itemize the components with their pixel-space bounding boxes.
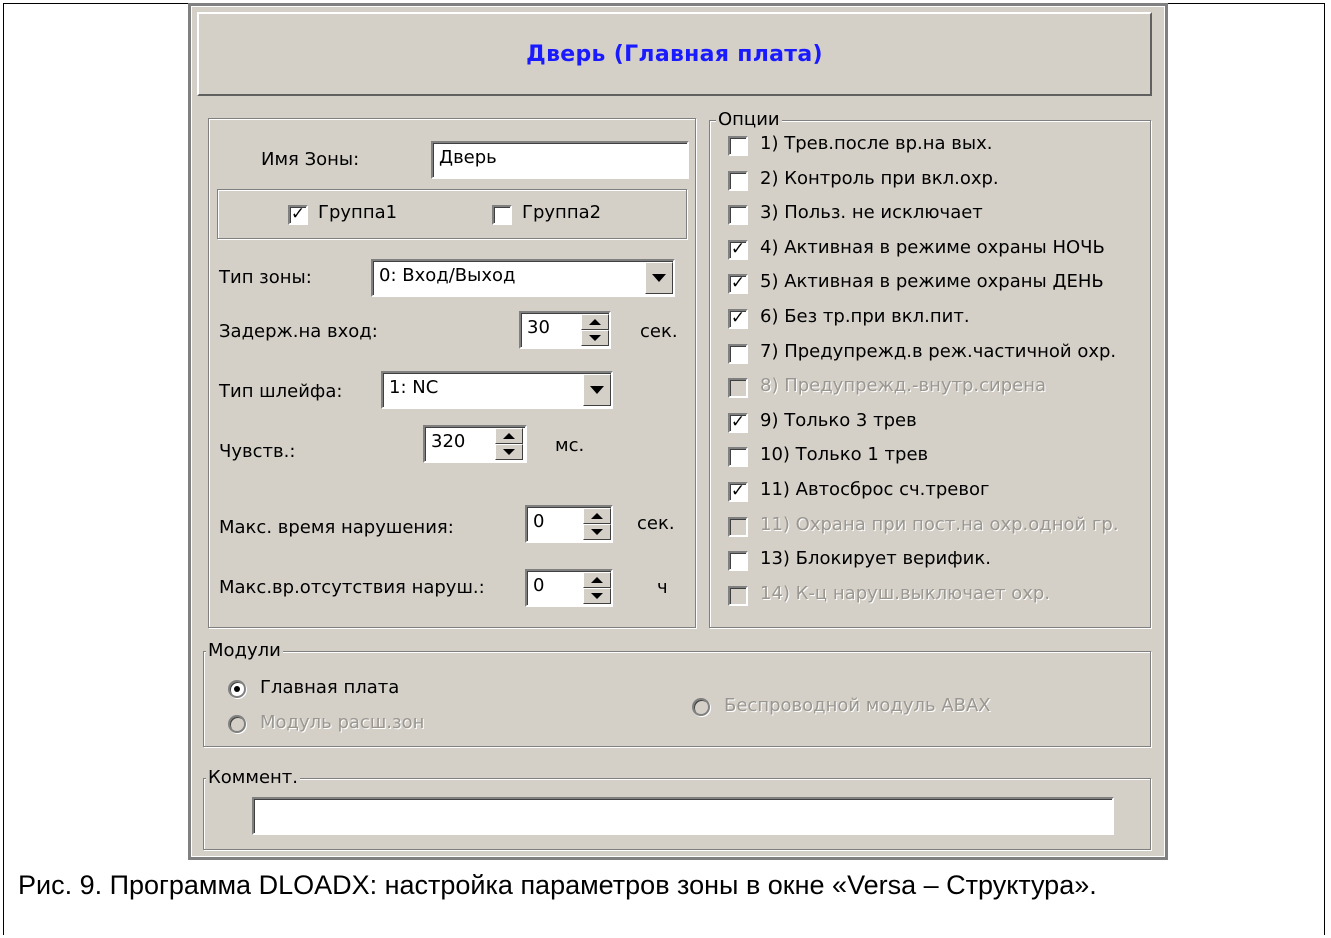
sensitivity-spin-down[interactable] bbox=[495, 444, 523, 460]
option-checkbox[interactable] bbox=[728, 136, 748, 156]
spin-up-icon bbox=[589, 319, 601, 325]
abax-label: Беспроводной модуль ABAX bbox=[724, 695, 991, 716]
zone-name-label: Имя Зоны: bbox=[261, 149, 360, 170]
expander-label: Модуль расш.зон bbox=[260, 712, 425, 733]
option-checkbox[interactable] bbox=[728, 447, 748, 468]
zone-type-select[interactable]: 0: Вход/Выход bbox=[371, 259, 675, 297]
sensitivity-spin-up[interactable] bbox=[495, 428, 523, 444]
spin-up-icon bbox=[503, 433, 515, 439]
entry-delay-spin-up[interactable] bbox=[581, 314, 609, 330]
option-checkbox[interactable]: ✓ bbox=[728, 273, 748, 295]
group2-checkbox[interactable] bbox=[492, 205, 512, 225]
options-group: Опции 1) Трев.после вр.на вых. 2) Контрол… bbox=[709, 109, 1151, 628]
max-violation-spin-down[interactable] bbox=[583, 524, 611, 540]
checkmark-icon: ✓ bbox=[730, 273, 746, 294]
sensitivity-unit: мс. bbox=[555, 435, 585, 456]
option-label: 9) Только 3 трев bbox=[760, 409, 917, 431]
spin-down-icon bbox=[589, 335, 601, 341]
option-label: 4) Активная в режиме охраны НОЧЬ bbox=[760, 236, 1105, 258]
group2-label: Группа2 bbox=[522, 202, 602, 223]
group1-checkmark: ✓ bbox=[290, 204, 306, 224]
option-checkbox[interactable] bbox=[728, 205, 748, 226]
max-violation-spin-up[interactable] bbox=[583, 508, 611, 524]
checkmark-icon: ✓ bbox=[730, 411, 746, 432]
max-violation-unit: сек. bbox=[637, 513, 675, 534]
entry-delay-unit: сек. bbox=[640, 321, 678, 342]
max-no-violation-spin-up[interactable] bbox=[583, 572, 611, 588]
comment-group: Коммент. bbox=[203, 767, 1151, 850]
option-checkbox bbox=[728, 378, 748, 399]
option-label: 11) Автосброс сч.тревог bbox=[760, 479, 990, 500]
option-checkbox[interactable]: ✓ bbox=[728, 238, 748, 260]
loop-type-select[interactable]: 1: NC bbox=[381, 371, 613, 409]
spin-down-icon bbox=[591, 529, 603, 535]
sensitivity-label: Чувств.: bbox=[219, 441, 296, 462]
option-checkbox[interactable] bbox=[728, 551, 748, 572]
comment-input[interactable] bbox=[252, 797, 1114, 835]
option-label: 7) Предупрежд.в реж.частичной охр. bbox=[760, 340, 1117, 362]
option-label: 13) Блокирует верифик. bbox=[760, 548, 991, 570]
main-board-label: Главная плата bbox=[260, 677, 400, 698]
window-title: Дверь (Главная плата) bbox=[526, 41, 823, 67]
entry-delay-spin-down[interactable] bbox=[581, 330, 609, 346]
title-panel: Дверь (Главная плата) bbox=[197, 12, 1152, 96]
chevron-down-icon bbox=[590, 386, 604, 394]
option-checkbox[interactable]: ✓ bbox=[728, 411, 748, 433]
figure-caption: Рис. 9. Программа DLOADX: настройка пара… bbox=[18, 870, 1097, 900]
zone-type-dropdown-button[interactable] bbox=[645, 262, 673, 294]
zone-settings-panel: Имя Зоны: Дверь ✓ Группа1 Группа2 Тип зо… bbox=[208, 118, 696, 628]
option-label: 10) Только 1 трев bbox=[760, 444, 929, 466]
loop-type-dropdown-button[interactable] bbox=[583, 374, 611, 406]
spin-down-icon bbox=[503, 449, 515, 455]
expander-radio[interactable] bbox=[228, 715, 246, 733]
option-label: 14) К-ц наруш.выключает охр. bbox=[760, 582, 1051, 604]
max-no-violation-label: Макс.вр.отсутствия наруш.: bbox=[219, 577, 485, 598]
spin-up-icon bbox=[591, 577, 603, 583]
option-checkbox[interactable] bbox=[728, 170, 748, 191]
entry-delay-label: Задерж.на вход: bbox=[219, 321, 378, 342]
option-checkbox bbox=[728, 585, 748, 606]
group1-checkbox[interactable]: ✓ bbox=[288, 205, 308, 225]
max-no-violation-spin-down[interactable] bbox=[583, 588, 611, 604]
option-label: 6) Без тр.при вкл.пит. bbox=[760, 306, 970, 327]
option-label: 11) Охрана при пост.на охр.одной гр. bbox=[760, 513, 1119, 535]
option-checkbox[interactable]: ✓ bbox=[728, 309, 748, 329]
option-checkbox bbox=[728, 516, 748, 537]
option-label: 8) Предупрежд.-внутр.сирена bbox=[760, 375, 1047, 397]
zone-name-input[interactable]: Дверь bbox=[431, 141, 689, 179]
option-label: 5) Активная в режиме охраны ДЕНЬ bbox=[760, 271, 1104, 293]
checkmark-icon: ✓ bbox=[730, 481, 746, 501]
comment-group-title: Коммент. bbox=[206, 767, 300, 789]
chevron-down-icon bbox=[652, 274, 666, 282]
zone-settings-window: Дверь (Главная плата) Имя Зоны: Дверь ✓ … bbox=[188, 3, 1168, 860]
max-no-violation-unit: ч bbox=[657, 577, 668, 598]
checkmark-icon: ✓ bbox=[730, 238, 746, 259]
options-group-title: Опции bbox=[716, 109, 782, 131]
option-checkbox[interactable]: ✓ bbox=[728, 482, 748, 502]
option-label: 3) Польз. не исключает bbox=[760, 202, 983, 224]
option-checkbox[interactable] bbox=[728, 343, 748, 364]
zone-type-label: Тип зоны: bbox=[219, 267, 312, 288]
checkmark-icon: ✓ bbox=[730, 308, 746, 328]
option-label: 1) Трев.после вр.на вых. bbox=[760, 133, 993, 154]
modules-group: Модули Главная плата Модуль расш.зон Бес… bbox=[203, 640, 1151, 747]
abax-radio[interactable] bbox=[692, 698, 710, 716]
groups-box: ✓ Группа1 Группа2 bbox=[217, 189, 687, 239]
option-label: 2) Контроль при вкл.охр. bbox=[760, 167, 999, 189]
main-board-radio[interactable] bbox=[228, 680, 246, 698]
group1-label: Группа1 bbox=[318, 202, 398, 223]
max-violation-label: Макс. время нарушения: bbox=[219, 517, 454, 538]
spin-up-icon bbox=[591, 513, 603, 519]
loop-type-label: Тип шлейфа: bbox=[219, 381, 343, 402]
modules-group-title: Модули bbox=[206, 640, 283, 662]
spin-down-icon bbox=[591, 593, 603, 599]
radio-selected-dot bbox=[234, 686, 240, 692]
